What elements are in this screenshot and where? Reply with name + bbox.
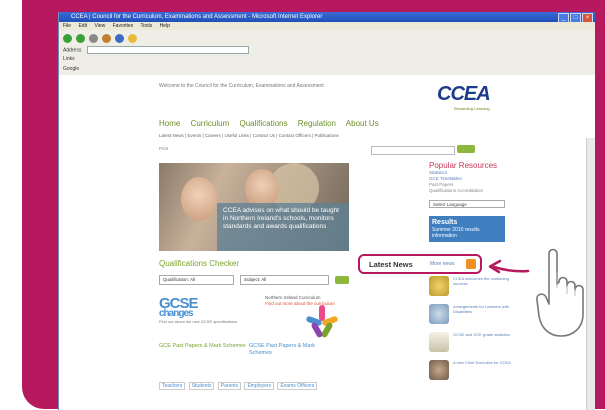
links-bar: Links <box>59 55 595 64</box>
menu-help[interactable]: Help <box>160 23 170 29</box>
gcse-changes-promo[interactable]: GCSE changes Find out about the new GCSE… <box>159 295 249 335</box>
news-item[interactable]: A new Chief Executive for CCEA <box>429 360 513 382</box>
nav-about-us[interactable]: About Us <box>346 119 379 128</box>
print-link[interactable]: Print <box>159 146 168 151</box>
menu-favorites[interactable]: Favorites <box>113 23 134 29</box>
news-thumbnail <box>429 304 449 324</box>
news-item-text: A new Chief Executive for CCEA <box>453 360 511 365</box>
star-piece <box>310 321 324 339</box>
tab-students[interactable]: Students <box>188 382 215 390</box>
news-item[interactable]: CCEA welcomes the continuing success <box>429 276 513 298</box>
window-title-text: CCEA | Council for the Curriculum, Exami… <box>71 14 323 20</box>
latest-news-title: Latest News <box>369 260 413 269</box>
minimize-button[interactable]: _ <box>558 13 569 22</box>
arrow-icon <box>488 259 530 274</box>
checker-controls: Qualification: All Subject: All <box>159 274 349 285</box>
links-label: Links <box>63 56 75 62</box>
address-input[interactable] <box>86 46 249 54</box>
search-icon[interactable] <box>115 33 124 43</box>
sidebar: Popular Resources Statistics GCE Timetab… <box>429 161 513 242</box>
news-item-text: CCEA welcomes the continuing success <box>453 276 509 286</box>
tab-exams-officers[interactable]: Exams Officers <box>277 382 318 390</box>
menu-edit[interactable]: Edit <box>78 23 87 29</box>
results-box[interactable]: Results Summer 2010 results information <box>429 216 505 242</box>
checker-go-button[interactable] <box>335 275 349 284</box>
logo-tagline: Rewarding Learning <box>453 106 490 111</box>
rss-icon[interactable] <box>466 259 476 269</box>
page-content: Welcome to the Council for the Curriculu… <box>159 83 511 390</box>
window-controls: _ □ × <box>558 13 593 22</box>
tab-employers[interactable]: Employers <box>244 382 275 390</box>
news-item-text: GCSE and GCE grade statistics <box>453 332 510 337</box>
gcse-sub-text: changes <box>159 308 194 319</box>
news-item-text: Arrangements for Learners with Disabilit… <box>453 304 510 314</box>
latest-news-list: CCEA welcomes the continuing success Arr… <box>429 276 513 388</box>
language-select[interactable]: Select Language <box>429 200 505 208</box>
menu-bar: File Edit View Favorites Tools Help <box>59 22 595 30</box>
curriculum-star-icon <box>305 305 339 339</box>
qualification-select[interactable]: Qualification: All <box>159 274 234 285</box>
pointing-hand-icon <box>536 248 584 337</box>
forward-icon[interactable] <box>76 33 85 43</box>
results-title: Results <box>432 219 458 226</box>
sub-nav[interactable]: Latest News | Events | Careers | Useful … <box>159 133 339 138</box>
tab-parents[interactable]: Parents <box>217 382 242 390</box>
browser-toolbar <box>59 30 595 47</box>
window-title: CCEA | Council for the Curriculum, Exami… <box>59 12 595 22</box>
hero-photo-face-1 <box>181 177 217 221</box>
address-bar: Address <box>59 46 595 55</box>
ccea-logo[interactable]: CCEA Rewarding Learning <box>437 83 491 111</box>
news-item[interactable]: Arrangements for Learners with Disabilit… <box>429 304 513 326</box>
tab-teachers[interactable]: Teachers <box>159 382 186 390</box>
resource-link[interactable]: Qualifications Accreditation <box>429 188 513 194</box>
address-label: Address <box>63 47 82 54</box>
site-search-input[interactable] <box>371 146 455 155</box>
more-news-link[interactable]: More news <box>430 261 454 267</box>
main-nav: Home Curriculum Qualifications Regulatio… <box>159 119 387 128</box>
logo-text: CCEA <box>437 83 491 105</box>
nav-qualifications[interactable]: Qualifications <box>239 119 287 128</box>
news-thumbnail <box>429 332 449 352</box>
web-page: Welcome to the Council for the Curriculu… <box>59 75 595 410</box>
menu-view[interactable]: View <box>94 23 105 29</box>
gce-past-papers-promo[interactable]: GCE Past Papers & Mark Schemes <box>159 343 249 373</box>
nav-regulation[interactable]: Regulation <box>298 119 336 128</box>
home-icon[interactable] <box>102 33 111 43</box>
nav-home[interactable]: Home <box>159 119 180 128</box>
refresh-icon[interactable] <box>89 33 98 43</box>
search-go-button[interactable] <box>457 145 475 153</box>
favorites-icon[interactable] <box>128 33 137 43</box>
news-thumbnail <box>429 360 449 380</box>
gcse-past-papers-promo[interactable]: GCSE Past Papers & Mark Schemes <box>249 343 339 373</box>
news-thumbnail <box>429 276 449 296</box>
browser-window: CCEA | Council for the Curriculum, Exami… <box>58 12 595 410</box>
news-item[interactable]: GCSE and GCE grade statistics <box>429 332 513 354</box>
menu-tools[interactable]: Tools <box>140 23 152 29</box>
maximize-button[interactable]: □ <box>570 13 581 22</box>
menu-file[interactable]: File <box>63 23 71 29</box>
audience-tabs: Teachers Students Parents Employers Exam… <box>159 382 319 390</box>
qualifications-checker-title: Qualifications Checker <box>159 259 240 268</box>
close-button[interactable]: × <box>582 13 593 22</box>
back-icon[interactable] <box>63 33 72 43</box>
nav-curriculum[interactable]: Curriculum <box>191 119 230 128</box>
results-text: Summer 2010 results information <box>432 227 480 239</box>
popular-resources-title: Popular Resources <box>429 161 498 170</box>
subject-select[interactable]: Subject: All <box>240 274 329 285</box>
gcse-promo-text: Find out about the new GCSE specificatio… <box>159 319 238 324</box>
google-label: Google <box>63 66 80 72</box>
latest-news-highlight[interactable]: Latest News More news <box>358 254 482 274</box>
hero-banner[interactable]: CCEA advises on what should be taught in… <box>159 163 349 251</box>
sub-nav-text[interactable]: Latest News | Events | Careers | Useful … <box>159 133 339 138</box>
hero-caption: CCEA advises on what should be taught in… <box>217 203 349 251</box>
